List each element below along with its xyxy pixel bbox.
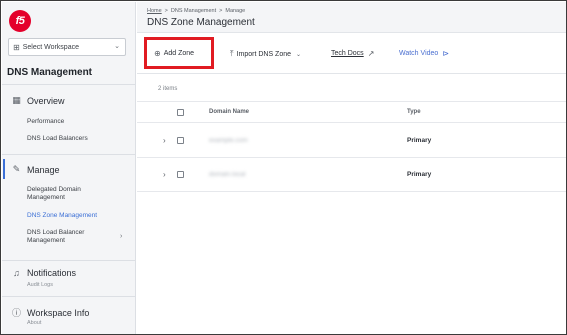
main-content: Home > DNS Management > Manage DNS Zone Mana…: [137, 2, 566, 334]
expand-row-chevron-icon[interactable]: ›: [163, 170, 166, 179]
domain-name-cell[interactable]: domain.local: [209, 171, 246, 178]
sidebar-section-workspace-info-label: Workspace Info: [27, 307, 90, 318]
breadcrumb: Home > DNS Management > Manage: [147, 8, 245, 14]
breadcrumb-dns-management[interactable]: DNS Management: [171, 8, 216, 14]
info-icon: ⓘ: [12, 308, 22, 318]
row-checkbox[interactable]: [177, 171, 184, 178]
active-section-indicator: [3, 159, 5, 179]
workspace-select-label: Select Workspace: [22, 43, 79, 51]
items-count: 2 items: [158, 86, 178, 92]
sidebar-section-notifications[interactable]: ♫ Notifications: [12, 268, 76, 278]
f5-logo[interactable]: f5: [9, 10, 31, 32]
column-header-domain-name[interactable]: Domain Name: [209, 109, 249, 115]
pencil-icon: ✎: [12, 164, 21, 174]
row-checkbox[interactable]: [177, 137, 184, 144]
external-link-icon: ↗: [367, 49, 375, 58]
watch-video-link[interactable]: Watch Video ⊳: [399, 49, 449, 58]
divider: [2, 84, 136, 85]
import-dns-zone-label: Import DNS Zone: [236, 50, 292, 58]
table-row[interactable]: › example.com Primary: [137, 124, 566, 158]
expand-row-chevron-icon[interactable]: ›: [163, 136, 166, 145]
sidebar-section-workspace-info[interactable]: ⓘ Workspace Info: [12, 306, 89, 319]
type-cell: Primary: [407, 137, 432, 144]
play-circle-icon: ⊳: [442, 49, 450, 58]
type-cell: Primary: [407, 171, 432, 178]
sidebar-app-title: DNS Management: [7, 67, 93, 78]
divider: [2, 260, 136, 261]
bell-icon: ♫: [13, 268, 20, 278]
sidebar-section-notifications-label: Notifications: [27, 268, 77, 278]
divider: [2, 296, 136, 297]
grid-icon: ⊞: [13, 42, 20, 52]
breadcrumb-separator: >: [219, 8, 223, 14]
sidebar-item-delegated-domain-management[interactable]: Delegated Domain Management: [27, 186, 107, 202]
tech-docs-label: Tech Docs: [331, 50, 364, 57]
domain-name-cell[interactable]: example.com: [209, 137, 248, 144]
table-header: Domain Name Type: [137, 102, 566, 123]
highlight-annotation-box: [144, 37, 214, 69]
tech-docs-link[interactable]: Tech Docs ↗: [331, 49, 374, 58]
sidebar: f5 ⊞ Select Workspace ⌄ DNS Management ▦…: [2, 2, 136, 334]
select-all-checkbox[interactable]: [177, 109, 184, 116]
app-frame: f5 ⊞ Select Workspace ⌄ DNS Management ▦…: [0, 0, 567, 335]
workspace-select[interactable]: ⊞ Select Workspace ⌄: [8, 38, 126, 56]
page-header: Home > DNS Management > Manage DNS Zone Mana…: [137, 2, 566, 33]
divider: [2, 154, 136, 155]
breadcrumb-manage: Manage: [225, 8, 246, 14]
sidebar-item-audit-logs[interactable]: Audit Logs: [27, 282, 53, 288]
sidebar-item-about[interactable]: About: [27, 320, 41, 326]
table-row[interactable]: › domain.local Primary: [137, 158, 566, 192]
chevron-down-icon: ⌄: [114, 43, 120, 50]
sidebar-item-dns-zone-management[interactable]: DNS Zone Management: [27, 212, 97, 220]
chevron-down-icon: ⌄: [296, 51, 302, 58]
sidebar-item-performance[interactable]: Performance: [27, 118, 64, 126]
breadcrumb-separator: >: [164, 8, 168, 14]
sidebar-section-overview[interactable]: ▦ Overview: [12, 95, 65, 106]
watch-video-label: Watch Video: [399, 50, 439, 57]
sidebar-section-overview-label: Overview: [27, 95, 65, 106]
sidebar-section-manage-label: Manage: [27, 164, 60, 175]
import-dns-zone-button[interactable]: ⤒ Import DNS Zone ⌄: [230, 49, 304, 59]
overview-grid-icon: ▦: [12, 95, 21, 105]
upload-icon: ⤒: [230, 49, 234, 58]
breadcrumb-home-link[interactable]: Home: [147, 8, 162, 14]
column-header-type[interactable]: Type: [407, 109, 421, 115]
page-title: DNS Zone Management: [147, 17, 255, 28]
chevron-right-icon: ›: [120, 233, 123, 240]
toolbar: ⊕ Add Zone ⤒ Import DNS Zone ⌄ Tech Docs…: [137, 34, 566, 74]
sidebar-section-manage[interactable]: ✎ Manage: [12, 164, 60, 175]
sidebar-item-dns-load-balancers[interactable]: DNS Load Balancers: [27, 135, 88, 143]
sidebar-item-dns-load-balancer-management[interactable]: DNS Load Balancer Management: [27, 229, 107, 245]
